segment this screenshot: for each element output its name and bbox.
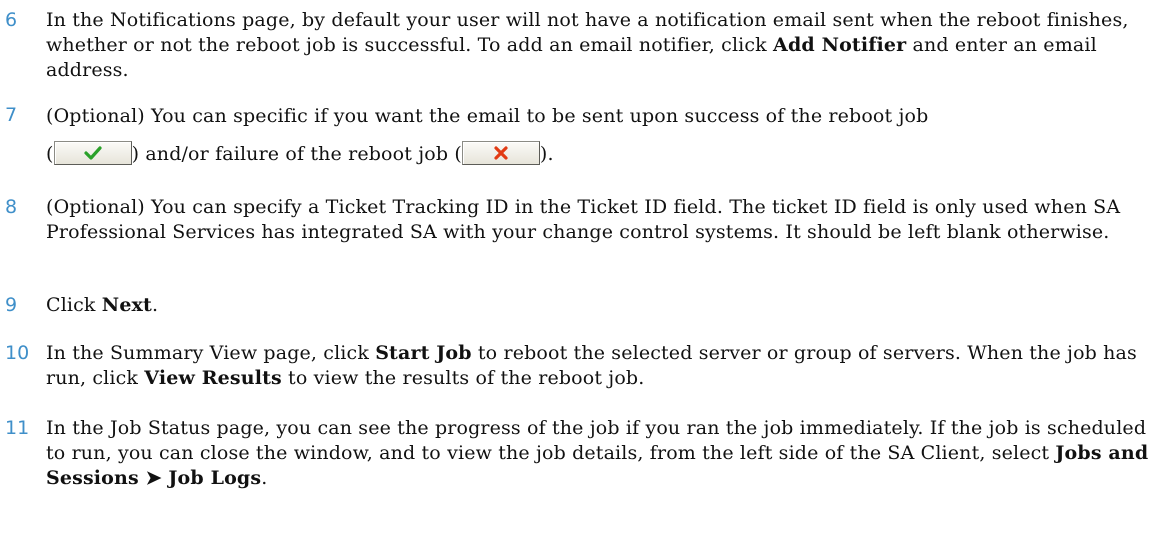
step-number: 10	[5, 342, 30, 364]
text-run: In the Summary View page, click	[46, 342, 376, 364]
text-run: In the Job Status page, you can see the …	[46, 417, 1147, 464]
step-number: 8	[5, 196, 18, 218]
failure-button-sample	[461, 141, 540, 165]
text-run: ).	[539, 143, 554, 165]
success-button-sample	[53, 141, 132, 165]
text-run: (	[46, 143, 54, 165]
step-number: 11	[5, 417, 30, 439]
checkmark-icon	[83, 146, 102, 160]
step-text: Click Next.	[46, 293, 1156, 318]
ui-term-add-notifier: Add Notifier	[773, 34, 907, 56]
step-text: (Optional) You can specify a Ticket Trac…	[46, 196, 1121, 243]
text-run: Click	[46, 294, 102, 316]
text-run: .	[261, 467, 268, 489]
step-number: 9	[5, 294, 18, 316]
text-run: .	[151, 294, 159, 316]
step-text: (Optional) You can specific if you want …	[46, 97, 1156, 173]
text-run: to view the results of the reboot job.	[281, 367, 645, 389]
text-run: (Optional) You can specific if you want …	[46, 105, 929, 127]
ui-term-next: Next	[101, 294, 152, 316]
step-number: 7	[5, 104, 18, 126]
ui-term-start-job: Start Job	[375, 342, 472, 364]
step-text: In the Notifications page, by default yo…	[46, 8, 1136, 83]
step-text: In the Summary View page, click Start Jo…	[46, 341, 1156, 391]
text-run: ) and/or failure of the reboot job (	[131, 143, 462, 165]
x-icon	[494, 146, 508, 160]
step-text: In the Job Status page, you can see the …	[46, 416, 1161, 491]
ui-term-view-results: View Results	[144, 367, 282, 389]
step-number: 6	[5, 9, 18, 31]
